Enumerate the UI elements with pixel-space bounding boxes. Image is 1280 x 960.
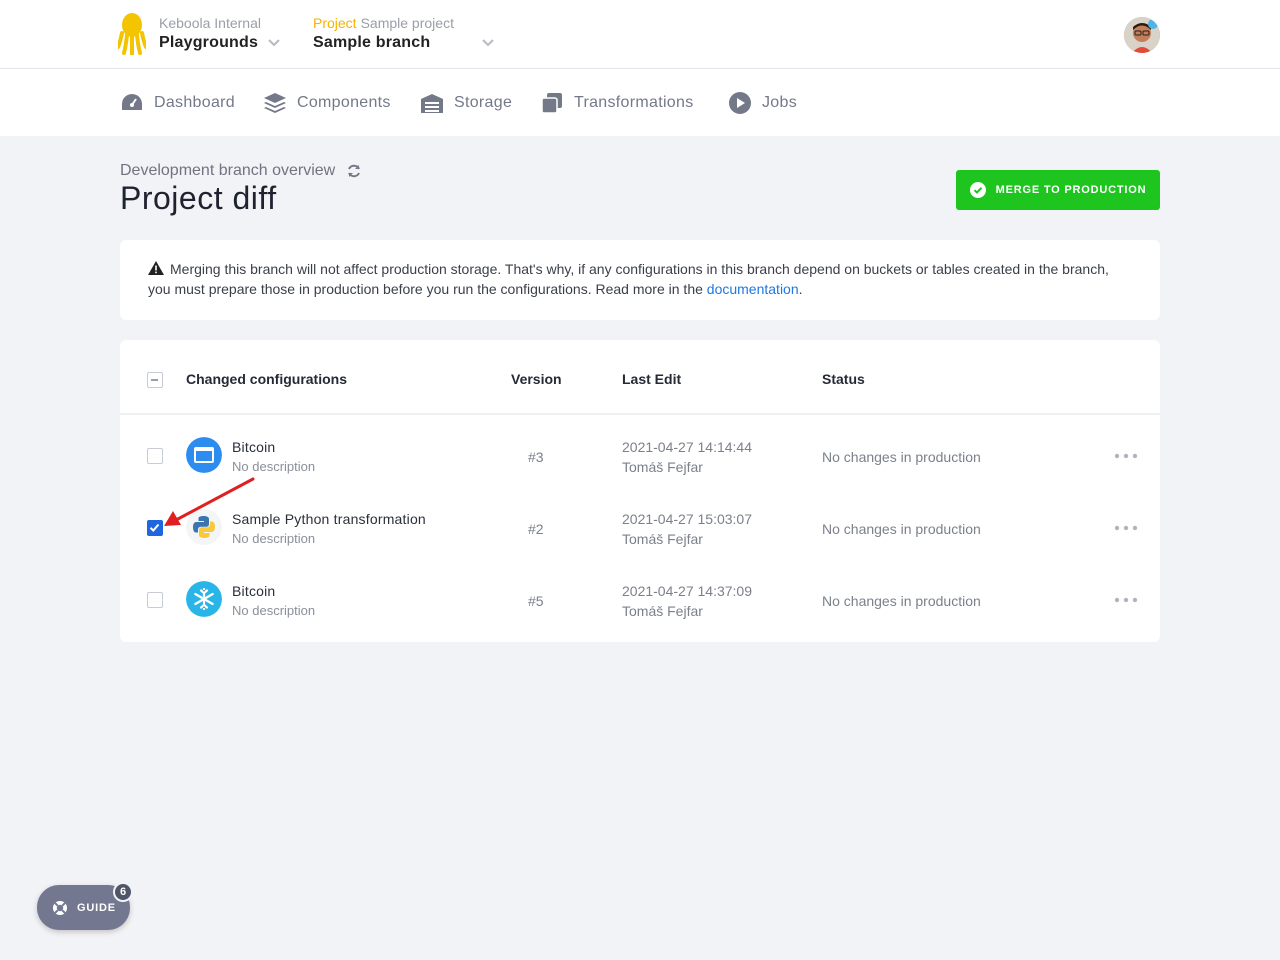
- config-description: No description: [232, 603, 316, 618]
- main-navigation: Dashboard Components Storage Transformat…: [0, 69, 1280, 136]
- nav-storage-label: Storage: [454, 94, 513, 111]
- config-version: #3: [528, 449, 544, 465]
- nav-components[interactable]: Components: [263, 91, 391, 115]
- guide-count-badge: 6: [113, 882, 133, 902]
- config-status: No changes in production: [822, 449, 981, 465]
- config-version: #2: [528, 521, 544, 537]
- warning-alert: Merging this branch will not affect prod…: [120, 240, 1160, 320]
- config-description: No description: [232, 459, 316, 474]
- row-checkbox[interactable]: [147, 448, 163, 464]
- org-name: Playgrounds: [159, 34, 259, 51]
- edit-date: 2021-04-27 14:14:44: [622, 439, 752, 455]
- more-options-icon[interactable]: [1114, 597, 1138, 603]
- top-bar: Keboola Internal Playgrounds Project Samp…: [0, 0, 1280, 69]
- chevron-down-icon: [482, 39, 495, 47]
- header-version: Version: [511, 371, 562, 387]
- browser-icon: [186, 437, 222, 473]
- config-name[interactable]: Sample Python transformation: [232, 511, 426, 527]
- merge-button-label: MERGE TO PRODUCTION: [995, 184, 1147, 196]
- alert-end: .: [798, 281, 803, 297]
- subtitle-text: Development branch overview: [120, 162, 336, 179]
- lifebuoy-icon: [53, 900, 67, 915]
- warning-icon: [148, 261, 164, 275]
- play-circle-icon: [729, 92, 751, 114]
- nav-transformations[interactable]: Transformations: [540, 91, 694, 115]
- avatar[interactable]: [1124, 17, 1160, 53]
- project-switcher[interactable]: Project Sample project Sample branch: [313, 15, 495, 52]
- nav-jobs-label: Jobs: [762, 94, 797, 111]
- page-subtitle: Development branch overview: [120, 162, 361, 180]
- row-checkbox[interactable]: [147, 592, 163, 608]
- refresh-icon[interactable]: [347, 164, 361, 178]
- table-header: Changed configurations Version Last Edit…: [120, 340, 1160, 415]
- edit-author: Tomáš Fejfar: [622, 459, 703, 475]
- header-last-edit: Last Edit: [622, 371, 682, 387]
- table-row[interactable]: Bitcoin No description #3 2021-04-27 14:…: [120, 419, 1160, 491]
- nav-jobs[interactable]: Jobs: [728, 91, 797, 115]
- more-options-icon[interactable]: [1114, 453, 1138, 459]
- org-label: Keboola Internal: [159, 15, 261, 31]
- header-status: Status: [822, 371, 865, 387]
- chevron-down-icon: [268, 39, 280, 47]
- merge-to-production-button[interactable]: MERGE TO PRODUCTION: [956, 170, 1160, 210]
- org-switcher[interactable]: Keboola Internal Playgrounds: [159, 15, 280, 52]
- keboola-logo-icon[interactable]: [118, 13, 146, 55]
- guide-label: GUIDE: [77, 901, 116, 914]
- edit-author: Tomáš Fejfar: [622, 531, 703, 547]
- more-options-icon[interactable]: [1114, 525, 1138, 531]
- annotation-arrow-icon: [164, 477, 255, 526]
- layers-icon: [264, 93, 286, 113]
- dashboard-icon: [122, 94, 142, 110]
- edit-author: Tomáš Fejfar: [622, 603, 703, 619]
- config-name[interactable]: Bitcoin: [232, 439, 275, 455]
- config-status: No changes in production: [822, 593, 981, 609]
- check-circle-icon: [969, 182, 986, 198]
- table-row[interactable]: Bitcoin No description #5 2021-04-27 14:…: [120, 563, 1160, 635]
- select-all-checkbox[interactable]: [147, 372, 163, 388]
- config-name[interactable]: Bitcoin: [232, 583, 275, 599]
- config-version: #5: [528, 593, 544, 609]
- snowflake-icon: [186, 581, 222, 617]
- nav-dashboard[interactable]: Dashboard: [120, 91, 235, 115]
- config-description: No description: [232, 531, 316, 546]
- nav-storage[interactable]: Storage: [420, 91, 512, 115]
- project-name: Sample project: [360, 15, 454, 31]
- warehouse-icon: [421, 94, 443, 113]
- branch-name: Sample branch: [313, 34, 431, 51]
- table-row[interactable]: Sample Python transformation No descript…: [120, 491, 1160, 563]
- edit-date: 2021-04-27 14:37:09: [622, 583, 752, 599]
- page-title: Project diff: [120, 180, 277, 216]
- changed-configurations-table: Changed configurations Version Last Edit…: [120, 340, 1160, 642]
- project-label: Project: [313, 15, 357, 31]
- nav-dashboard-label: Dashboard: [154, 94, 235, 111]
- alert-text: Merging this branch will not affect prod…: [148, 261, 1109, 297]
- edit-date: 2021-04-27 15:03:07: [622, 511, 752, 527]
- nav-transformations-label: Transformations: [574, 94, 694, 111]
- copy-icon: [541, 93, 562, 114]
- header-configurations: Changed configurations: [186, 371, 347, 387]
- config-status: No changes in production: [822, 521, 981, 537]
- nav-components-label: Components: [297, 94, 391, 111]
- documentation-link[interactable]: documentation: [707, 281, 799, 297]
